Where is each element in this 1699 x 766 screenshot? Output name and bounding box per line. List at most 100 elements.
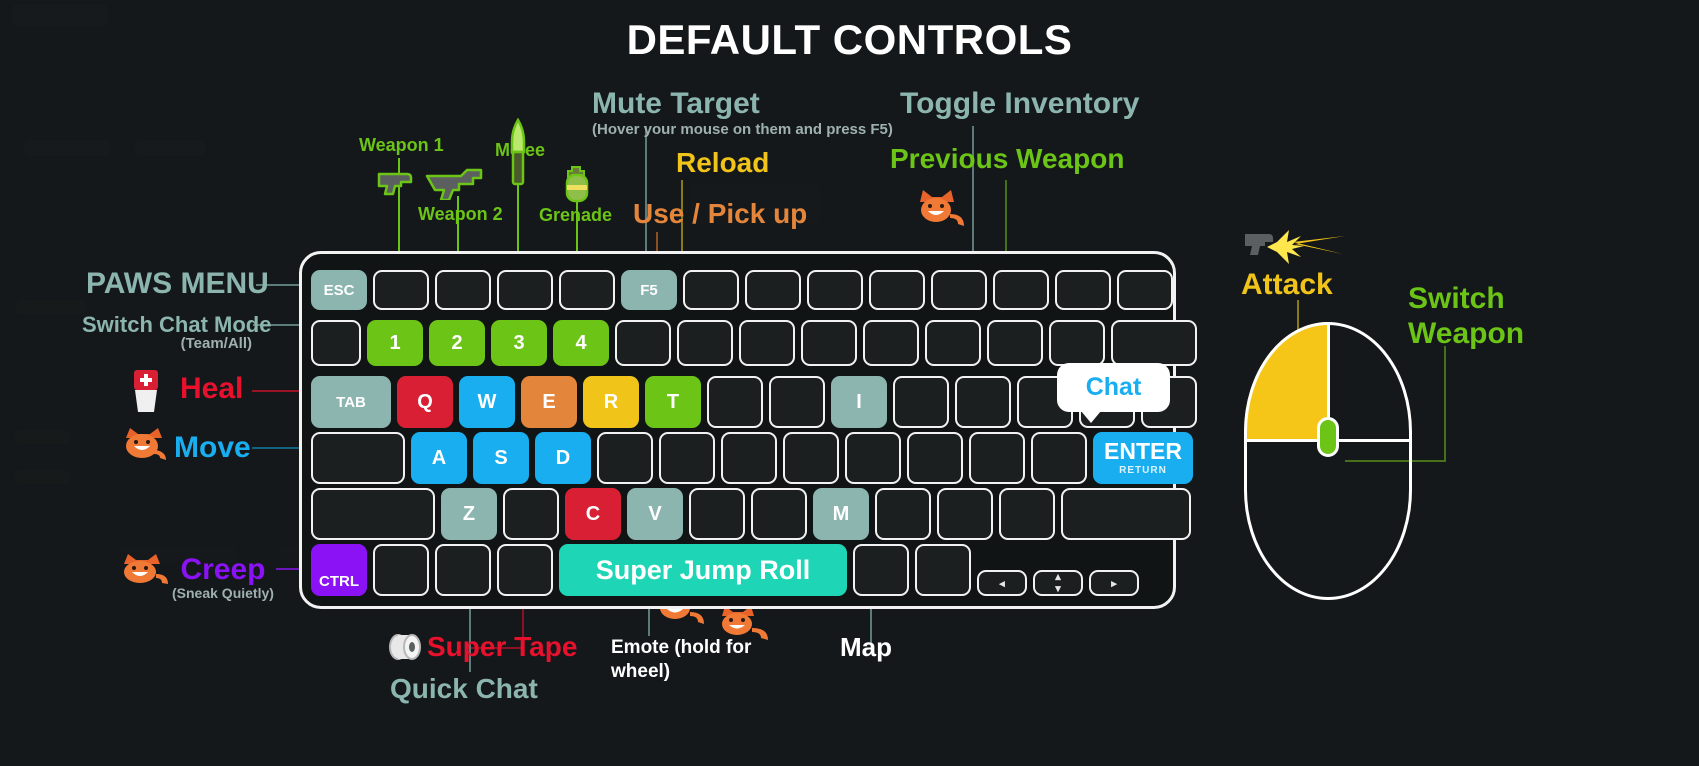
key-blank-5-6[interactable] <box>915 544 971 596</box>
enter-key-sublabel: RETURN <box>1119 465 1167 476</box>
chat-bubble[interactable]: Chat <box>1057 363 1170 423</box>
key-blank-0-2[interactable] <box>435 270 491 310</box>
key-blank-4-2[interactable] <box>503 488 559 540</box>
key-w-2-2[interactable]: W <box>459 376 515 428</box>
key-c-4-3[interactable]: C <box>565 488 621 540</box>
key-a-3-1[interactable]: A <box>411 432 467 484</box>
key-blank-1-0[interactable] <box>311 320 361 366</box>
key-blank-2-10[interactable] <box>955 376 1011 428</box>
bg-decor <box>135 140 205 156</box>
key-blank-2-9[interactable] <box>893 376 949 428</box>
key-blank-3-4[interactable] <box>597 432 653 484</box>
enter-key-label: ENTER <box>1104 438 1182 464</box>
key-3-1-3[interactable]: 3 <box>491 320 547 366</box>
key-blank-0-7[interactable] <box>745 270 801 310</box>
key-i-2-8[interactable]: I <box>831 376 887 428</box>
bg-decor <box>14 430 70 444</box>
key-blank-5-7[interactable]: ◂ <box>977 570 1027 596</box>
medkit-icon <box>134 370 158 412</box>
key-super-jump-roll-5-4[interactable]: Super Jump Roll <box>559 544 847 596</box>
key-blank-2-7[interactable] <box>769 376 825 428</box>
key-blank-1-9[interactable] <box>863 320 919 366</box>
key-2-1-2[interactable]: 2 <box>429 320 485 366</box>
key-blank-3-9[interactable] <box>907 432 963 484</box>
key-blank-4-11[interactable] <box>1061 488 1191 540</box>
fox-icon <box>126 428 166 460</box>
key-blank-4-10[interactable] <box>999 488 1055 540</box>
mouse-scroll-wheel[interactable] <box>1317 416 1339 457</box>
key-blank-1-12[interactable] <box>1049 320 1105 366</box>
key-blank-0-6[interactable] <box>683 270 739 310</box>
label-switch-weapon-text-line2: Weapon <box>1408 316 1525 350</box>
key-blank-5-8[interactable]: ▴ ▾ <box>1033 570 1083 596</box>
key-e-2-3[interactable]: E <box>521 376 577 428</box>
key-f5-0-5[interactable]: F5 <box>621 270 677 310</box>
key-m-4-7[interactable]: M <box>813 488 869 540</box>
key-blank-0-13[interactable] <box>1117 270 1173 310</box>
key-blank-3-5[interactable] <box>659 432 715 484</box>
key-blank-1-11[interactable] <box>987 320 1043 366</box>
key-blank-0-8[interactable] <box>807 270 863 310</box>
key-z-4-1[interactable]: Z <box>441 488 497 540</box>
key-blank-4-5[interactable] <box>689 488 745 540</box>
key-blank-3-8[interactable] <box>845 432 901 484</box>
key-ctrl-5-0[interactable]: CTRL <box>311 544 367 596</box>
key-blank-0-4[interactable] <box>559 270 615 310</box>
key-blank-4-6[interactable] <box>751 488 807 540</box>
key-blank-0-10[interactable] <box>931 270 987 310</box>
key-1-1-1[interactable]: 1 <box>367 320 423 366</box>
key-blank-0-3[interactable] <box>497 270 553 310</box>
bg-decor <box>16 300 86 314</box>
keyboard: ESC F5 1 2 3 4 TAB Q W E R T I A S D ENTER RETURN Z C V M CTRL… <box>299 251 1197 609</box>
key-blank-0-9[interactable] <box>869 270 925 310</box>
key-blank-3-7[interactable] <box>783 432 839 484</box>
key-blank-0-11[interactable] <box>993 270 1049 310</box>
key-blank-1-10[interactable] <box>925 320 981 366</box>
key-tab-2-0[interactable]: TAB <box>311 376 391 428</box>
key-blank-2-6[interactable] <box>707 376 763 428</box>
label-use-pick-up-text: Use / Pick up <box>633 198 808 229</box>
label-reload: Reload <box>676 148 769 177</box>
key-label: 3 <box>513 331 525 354</box>
key-blank-3-11[interactable] <box>1031 432 1087 484</box>
key-blank-5-2[interactable] <box>435 544 491 596</box>
leader-line-mute-target <box>645 126 647 262</box>
key-blank-1-8[interactable] <box>801 320 857 366</box>
key-blank-4-9[interactable] <box>937 488 993 540</box>
key-blank-4-8[interactable] <box>875 488 931 540</box>
key-r-2-4[interactable]: R <box>583 376 639 428</box>
key-blank-5-3[interactable] <box>497 544 553 596</box>
key-label: 2 <box>451 331 463 354</box>
label-switch-chat-mode-sub: (Team/All) <box>180 335 252 353</box>
key-blank-1-13[interactable] <box>1111 320 1197 366</box>
key-blank-5-9[interactable]: ▸ <box>1089 570 1139 596</box>
label-previous-weapon-text: Previous Weapon <box>890 143 1125 174</box>
key-blank-1-7[interactable] <box>739 320 795 366</box>
key-label: 4 <box>575 331 587 354</box>
label-emote-text: Emote (hold for <box>611 637 752 658</box>
label-weapon-2: Weapon 2 <box>418 205 503 224</box>
key-blank-0-12[interactable] <box>1055 270 1111 310</box>
key-s-3-2[interactable]: S <box>473 432 529 484</box>
key-d-3-3[interactable]: D <box>535 432 591 484</box>
key-blank-3-0[interactable] <box>311 432 405 484</box>
key-blank-5-1[interactable] <box>373 544 429 596</box>
key-v-4-4[interactable]: V <box>627 488 683 540</box>
key-4-1-4[interactable]: 4 <box>553 320 609 366</box>
key-blank-1-5[interactable] <box>615 320 671 366</box>
key-blank-3-6[interactable] <box>721 432 777 484</box>
key-blank-1-6[interactable] <box>677 320 733 366</box>
key-blank-3-10[interactable] <box>969 432 1025 484</box>
label-emote-text-line2: wheel) <box>611 660 671 682</box>
key-blank-0-1[interactable] <box>373 270 429 310</box>
key-esc-0-0[interactable]: ESC <box>311 270 367 310</box>
label-mute-target-text: Mute Target <box>592 87 760 120</box>
label-super-tape-text: Super Tape <box>427 631 578 662</box>
key-q-2-1[interactable]: Q <box>397 376 453 428</box>
key-enter-3-12[interactable]: ENTER RETURN <box>1093 432 1193 484</box>
key-t-2-5[interactable]: T <box>645 376 701 428</box>
knife-icon <box>510 118 526 186</box>
label-quick-chat: Quick Chat <box>390 674 538 703</box>
key-blank-5-5[interactable] <box>853 544 909 596</box>
key-blank-4-0[interactable] <box>311 488 435 540</box>
